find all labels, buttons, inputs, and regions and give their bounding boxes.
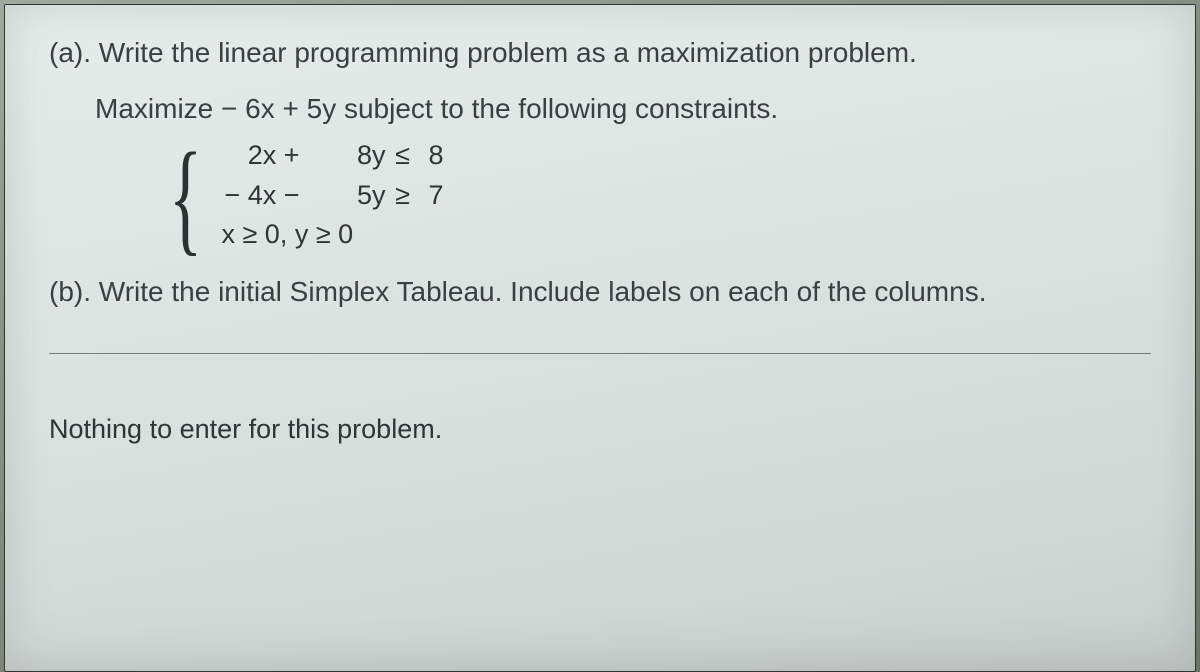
c2-lhs1: − 4x − <box>221 176 299 215</box>
part-a-prompt: (a). Write the linear programming proble… <box>49 31 1151 74</box>
part-b-prompt: (b). Write the initial Simplex Tableau. … <box>49 270 1151 313</box>
objective-line: Maximize − 6x + 5y subject to the follow… <box>95 88 1151 130</box>
constraints-block: { 2x + 8y ≤ 8 − 4x − 5y ≥ 7 x ≥ 0, y ≥ 0 <box>169 136 1151 253</box>
divider <box>49 353 1151 354</box>
part-a-body: Maximize − 6x + 5y subject to the follow… <box>95 88 1151 253</box>
left-brace-icon: { <box>169 142 202 259</box>
c1-rhs: 8 <box>419 136 443 175</box>
problem-page: (a). Write the linear programming proble… <box>4 4 1196 672</box>
c2-lhs2: 5y <box>299 176 385 215</box>
constraint-row-1: 2x + 8y ≤ 8 <box>221 136 443 175</box>
footer-note: Nothing to enter for this problem. <box>49 414 1151 445</box>
c1-lhs1: 2x + <box>221 136 299 175</box>
c2-op: ≥ <box>385 176 419 215</box>
c1-op: ≤ <box>385 136 419 175</box>
constraints-list: 2x + 8y ≤ 8 − 4x − 5y ≥ 7 x ≥ 0, y ≥ 0 <box>221 136 443 253</box>
c1-lhs2: 8y <box>299 136 385 175</box>
c2-rhs: 7 <box>419 176 443 215</box>
nonnegativity-row: x ≥ 0, y ≥ 0 <box>221 215 443 254</box>
constraint-row-2: − 4x − 5y ≥ 7 <box>221 176 443 215</box>
